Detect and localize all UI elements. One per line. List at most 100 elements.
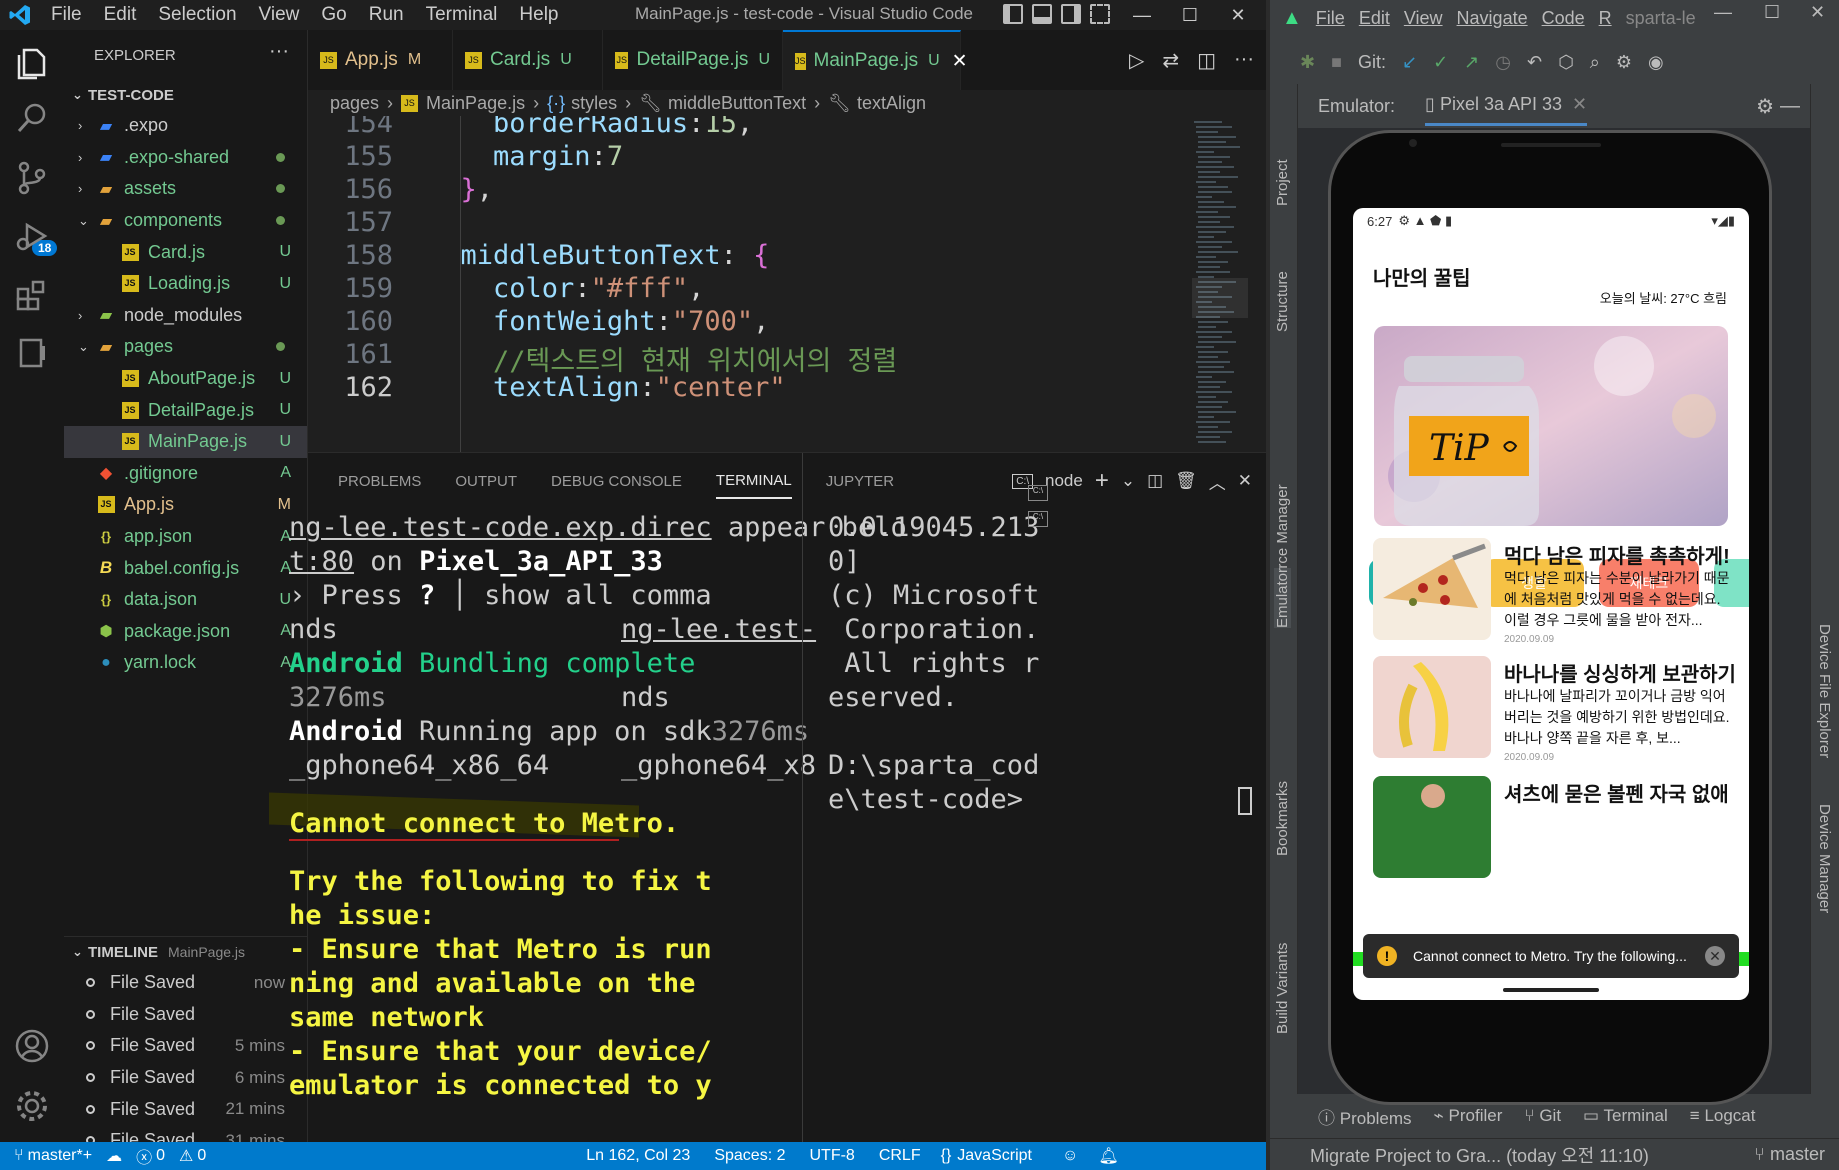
bell-icon[interactable]: 🔔︎ bbox=[1098, 1146, 1118, 1166]
tab-detailpage-js[interactable]: JS DetailPage.js U bbox=[603, 30, 783, 90]
tool-window-emulator[interactable]: Emulator bbox=[1274, 567, 1291, 628]
code-editor[interactable]: 154 borderRadius:15, 155 margin:7 156 }, 15… bbox=[308, 116, 1266, 452]
file-item[interactable]: JS Loading.js U bbox=[64, 268, 307, 300]
breadcrumb-item-pages[interactable]: pages bbox=[330, 93, 379, 114]
run-debug-icon[interactable] bbox=[12, 216, 52, 256]
split-terminal-icon[interactable]: ◫ bbox=[1147, 471, 1163, 491]
account-icon[interactable]: ◉ bbox=[1648, 52, 1664, 73]
home-indicator[interactable] bbox=[1503, 988, 1599, 992]
folder-item[interactable]: › ▰ .expo bbox=[64, 110, 307, 142]
app-screen[interactable]: 6:27 ⚙ ▲ ⬟ ▮ ▾◢▮ 나만의 꿀팁 오늘의 날씨: 27°C 흐림 … bbox=[1353, 208, 1749, 1000]
indentation[interactable]: Spaces: 2 bbox=[714, 1147, 785, 1165]
tool-window-build-variants[interactable]: Build Variants bbox=[1274, 943, 1291, 1034]
close-icon[interactable]: ✕ bbox=[1705, 946, 1725, 966]
tool-window-project[interactable]: Project bbox=[1274, 159, 1291, 206]
explorer-icon[interactable] bbox=[12, 42, 52, 82]
run-icon[interactable]: ▷ bbox=[1129, 48, 1144, 73]
encoding[interactable]: UTF-8 bbox=[809, 1147, 854, 1165]
terminal-instance-icon[interactable]: C:\ bbox=[1028, 511, 1048, 527]
toggle-panel-icon[interactable] bbox=[1032, 4, 1052, 24]
tool-git[interactable]: ⑂ Git bbox=[1524, 1106, 1561, 1126]
close-panel-icon[interactable]: ✕ bbox=[1238, 471, 1252, 491]
code-line[interactable]: textAlign:"center" bbox=[428, 372, 786, 403]
toggle-secondary-sidebar-icon[interactable] bbox=[1061, 4, 1081, 24]
emulator-settings-gear-icon[interactable]: ⚙ bbox=[1756, 94, 1774, 119]
git-branch-widget[interactable]: ⑂ master bbox=[1754, 1144, 1825, 1165]
tool-terminal[interactable]: ▭ Terminal bbox=[1583, 1106, 1668, 1126]
update-icon[interactable]: ↙ bbox=[1402, 52, 1417, 73]
line-ending[interactable]: CRLF bbox=[879, 1147, 921, 1165]
manage-gear-icon[interactable] bbox=[12, 1086, 52, 1126]
breadcrumb-item-textalign[interactable]: textAlign bbox=[857, 93, 926, 114]
menu-item-view[interactable]: View bbox=[248, 4, 311, 26]
chevron-down-icon[interactable]: ⌄ bbox=[1121, 471, 1135, 491]
device-tab[interactable]: ▯ Pixel 3a API 33 ✕ bbox=[1425, 86, 1588, 126]
remote-explorer-icon[interactable] bbox=[12, 332, 52, 372]
trash-icon[interactable]: 🗑︎ bbox=[1175, 471, 1197, 491]
more-icon[interactable]: ··· bbox=[1234, 48, 1254, 73]
branch-status[interactable]: master*+ bbox=[28, 1147, 92, 1165]
timeline-item[interactable]: File Saved 21 mins bbox=[64, 1093, 307, 1125]
code-line[interactable]: borderRadius:15, bbox=[428, 116, 753, 139]
menu-item-edit[interactable]: Edit bbox=[93, 4, 148, 26]
warning-count[interactable]: 0 bbox=[197, 1147, 206, 1165]
tab-mainpage-js[interactable]: JS MainPage.js U ✕ bbox=[783, 30, 968, 90]
tab-app-js[interactable]: JS App.js M bbox=[308, 30, 453, 90]
studio-menu-sparta-le[interactable]: sparta-le bbox=[1626, 8, 1696, 29]
more-actions-button[interactable]: ··· bbox=[269, 40, 289, 63]
cursor-position[interactable]: Ln 162, Col 23 bbox=[586, 1147, 690, 1165]
studio-menu-file[interactable]: File bbox=[1316, 8, 1345, 29]
hide-icon[interactable]: — bbox=[1780, 95, 1800, 118]
tab-card-js[interactable]: JS Card.js U bbox=[453, 30, 603, 90]
file-item[interactable]: Bbabel.config.js A bbox=[64, 552, 307, 584]
maximize-panel-icon[interactable]: ︿ bbox=[1209, 469, 1226, 494]
settings-gear-icon[interactable]: ⚙ bbox=[1616, 52, 1632, 73]
rollback-icon[interactable]: ↶ bbox=[1527, 52, 1542, 73]
tool-problems[interactable]: ⓘ Problems bbox=[1318, 1104, 1412, 1129]
folder-item[interactable]: ⌄ ▰ components bbox=[64, 205, 307, 237]
breadcrumb-item-middlebuttontext[interactable]: middleButtonText bbox=[668, 93, 806, 114]
studio-menu-code[interactable]: Code bbox=[1542, 8, 1585, 29]
language-mode[interactable]: JavaScript bbox=[957, 1147, 1032, 1165]
timeline-item[interactable]: File Saved 5 mins bbox=[64, 1030, 307, 1062]
error-toast[interactable]: ! Cannot connect to Metro. Try the follo… bbox=[1363, 934, 1739, 978]
status-message[interactable]: Migrate Project to Gra... (today 오전 11:1… bbox=[1310, 1142, 1649, 1168]
menu-item-selection[interactable]: Selection bbox=[147, 4, 247, 26]
customize-layout-icon[interactable] bbox=[1090, 4, 1110, 24]
terminal-instance-icon[interactable]: C:\ bbox=[1028, 485, 1048, 501]
maximize-button[interactable]: ☐ bbox=[1166, 0, 1214, 30]
search-icon[interactable]: ⌕ bbox=[1590, 52, 1600, 73]
account-icon[interactable] bbox=[12, 1026, 52, 1066]
timeline-item[interactable]: File Saved now bbox=[64, 967, 307, 999]
file-item[interactable]: JS Card.js U bbox=[64, 236, 307, 268]
file-item[interactable]: JS AboutPage.js U bbox=[64, 363, 307, 395]
workspace-root[interactable]: ⌄ TEST-CODE bbox=[64, 80, 307, 110]
code-line[interactable]: fontWeight:"700", bbox=[428, 306, 769, 337]
close-tab-icon[interactable]: ✕ bbox=[1572, 94, 1587, 114]
tool-window-structure[interactable]: Structure bbox=[1274, 271, 1291, 332]
tool-window-bookmarks[interactable]: Bookmarks bbox=[1274, 781, 1291, 856]
commit-icon[interactable]: ✓ bbox=[1433, 52, 1448, 73]
menu-item-run[interactable]: Run bbox=[358, 4, 415, 26]
file-item[interactable]: JS MainPage.js U bbox=[64, 425, 307, 458]
tool-profiler[interactable]: ⌁ Profiler bbox=[1434, 1106, 1503, 1126]
menu-item-help[interactable]: Help bbox=[508, 4, 569, 26]
tip-card[interactable]: 먹다 남은 피자를 촉촉하게! 먹다 남은 피자는 수분이 날라가기 때문에 처음… bbox=[1373, 538, 1733, 648]
code-line[interactable]: middleButtonText: { bbox=[428, 240, 770, 271]
terminal-1[interactable]: ng-lee.test-code.exp.direc appear belo t… bbox=[269, 449, 907, 1101]
error-count[interactable]: 0 bbox=[156, 1147, 165, 1165]
folder-item[interactable]: › ▰ node_modules bbox=[64, 300, 307, 332]
studio-menu-edit[interactable]: Edit bbox=[1359, 8, 1390, 29]
stop-icon[interactable]: ■ bbox=[1331, 52, 1342, 73]
studio-menu-view[interactable]: View bbox=[1404, 8, 1443, 29]
search-icon[interactable] bbox=[12, 98, 52, 138]
close-button[interactable]: ✕ bbox=[1214, 0, 1262, 30]
timeline-item[interactable]: File Saved 6 mins bbox=[64, 1062, 307, 1094]
menu-item-terminal[interactable]: Terminal bbox=[415, 4, 509, 26]
vcs-icon[interactable]: ⬡ bbox=[1558, 52, 1574, 73]
sync-icon[interactable]: ☁ bbox=[106, 1146, 122, 1166]
studio-menu-r[interactable]: R bbox=[1599, 8, 1612, 29]
minimize-button[interactable]: — bbox=[1118, 0, 1166, 30]
extensions-icon[interactable] bbox=[12, 274, 52, 314]
file-item[interactable]: {} data.json U bbox=[64, 584, 307, 616]
